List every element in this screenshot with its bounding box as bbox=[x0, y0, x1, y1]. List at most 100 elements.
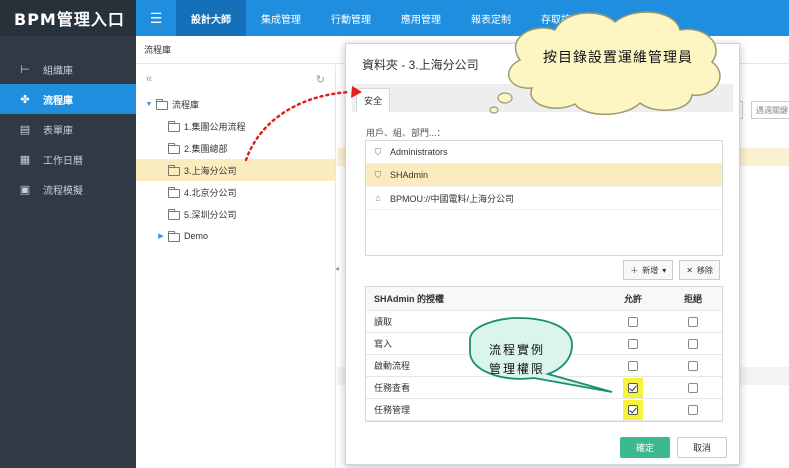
bubble-line: 管理權限 bbox=[488, 362, 545, 376]
tab-access[interactable]: 存取控制 bbox=[526, 0, 596, 36]
tab-app[interactable]: 應用管理 bbox=[386, 0, 456, 36]
tree-node-label: 3.上海分公司 bbox=[184, 165, 237, 176]
chevron-right-icon[interactable]: ▶ bbox=[156, 232, 166, 240]
list-item[interactable]: ⌂ BPMOU://中國電料/上海分公司 bbox=[366, 187, 722, 210]
add-button[interactable]: ＋ 新增 ▾ bbox=[623, 260, 674, 280]
top-nav: ☰ 設計大師 集成管理 行動管理 應用管理 報表定制 存取控制 bbox=[136, 0, 789, 36]
folder-icon bbox=[168, 186, 180, 198]
cancel-button[interactable]: 取消 bbox=[677, 437, 727, 458]
user-label: Administrators bbox=[390, 147, 448, 157]
header-name: SHAdmin 的授權 bbox=[374, 294, 445, 304]
deny-checkbox[interactable] bbox=[688, 404, 698, 415]
remove-label: 移除 bbox=[697, 265, 713, 275]
close-icon: ✕ bbox=[686, 265, 693, 275]
sidebar-item-simulate[interactable]: ▣ 流程模擬 bbox=[0, 174, 136, 204]
deny-checkbox[interactable] bbox=[688, 360, 698, 371]
users-label: 用戶、組、部門...： bbox=[366, 128, 446, 138]
list-item-selected[interactable]: ⛉ SHAdmin bbox=[366, 164, 722, 187]
tree-node-label: Demo bbox=[184, 231, 209, 241]
highlight-mark bbox=[623, 377, 643, 398]
highlight-mark bbox=[623, 399, 643, 420]
header-deny: 拒絕 bbox=[683, 294, 702, 304]
sidebar-item-calendar[interactable]: ▦ 工作日曆 bbox=[0, 144, 136, 174]
user-list: ⛉ Administrators ⛉ SHAdmin ⌂ BPMOU://中國電… bbox=[365, 140, 723, 256]
user-label: SHAdmin bbox=[390, 170, 429, 180]
form-icon: ▤ bbox=[19, 123, 31, 136]
folder-dialog: 資料夾 - 3.上海分公司 安全 用戶、組、部門...： ⛉ Administr… bbox=[345, 43, 740, 465]
table-row: 讀取 bbox=[366, 311, 722, 333]
collapse-icon[interactable]: « bbox=[146, 73, 152, 85]
list-item[interactable]: ⛉ Administrators bbox=[366, 141, 722, 164]
org-icon: ⊢ bbox=[20, 63, 30, 76]
tree-node[interactable]: 2.集團總部 bbox=[136, 137, 335, 159]
tree-node[interactable]: 4.北京分公司 bbox=[136, 181, 335, 203]
simulate-icon: ▣ bbox=[19, 183, 31, 196]
sidebar-item-label: 流程庫 bbox=[43, 95, 73, 107]
folder-icon bbox=[168, 142, 180, 154]
add-label: 新增 bbox=[642, 265, 659, 275]
caret-down-icon: ▾ bbox=[662, 265, 667, 275]
table-row: 任務管理 bbox=[366, 399, 722, 421]
deny-checkbox[interactable] bbox=[688, 338, 698, 349]
sidebar-item-org[interactable]: ⊢ 組織庫 bbox=[0, 54, 136, 84]
chevron-down-icon[interactable]: ▼ bbox=[144, 101, 154, 108]
shield-icon: ⛉ bbox=[374, 169, 382, 180]
tree-node-label: 2.集團總部 bbox=[184, 143, 228, 154]
sidebar-item-label: 表單庫 bbox=[43, 125, 73, 137]
tab-designer[interactable]: 設計大師 bbox=[176, 0, 246, 36]
dialog-tabs: 安全 bbox=[352, 84, 733, 112]
folder-open-icon bbox=[156, 98, 168, 110]
search-input[interactable]: 遇週關鍵 bbox=[751, 101, 789, 119]
allow-checkbox[interactable] bbox=[628, 360, 638, 371]
home-icon: ⌂ bbox=[375, 193, 381, 203]
table-header: SHAdmin 的授權 允許 拒絕 bbox=[366, 287, 722, 311]
shield-icon: ⛉ bbox=[374, 146, 382, 157]
plus-icon: ＋ bbox=[630, 265, 639, 275]
sidebar: BPM管理入口 ⊢ 組織庫 ✤ 流程庫 ▤ 表單庫 ▦ 工作日曆 ▣ 流程模擬 bbox=[0, 0, 136, 468]
user-actions: ＋ 新增 ▾ ✕ 移除 bbox=[623, 260, 720, 280]
sidebar-item-label: 工作日曆 bbox=[43, 155, 83, 167]
refresh-icon[interactable]: ↻ bbox=[316, 73, 325, 86]
flow-icon: ✤ bbox=[20, 93, 30, 106]
sidebar-item-label: 組織庫 bbox=[43, 65, 73, 77]
folder-icon bbox=[168, 208, 180, 220]
ok-button[interactable]: 確定 bbox=[620, 437, 670, 458]
allow-checkbox[interactable] bbox=[628, 338, 638, 349]
deny-checkbox[interactable] bbox=[688, 382, 698, 393]
sidebar-item-flow[interactable]: ✤ 流程庫 bbox=[0, 84, 136, 114]
bubble-line: 流程實例 bbox=[488, 343, 545, 357]
tab-security[interactable]: 安全 bbox=[356, 88, 391, 112]
tree-node-label: 5.深圳分公司 bbox=[184, 209, 237, 220]
deny-checkbox[interactable] bbox=[688, 316, 698, 327]
tree-toolbar: « ↻ bbox=[136, 65, 335, 93]
tree-node-label: 1.集團公用流程 bbox=[184, 121, 246, 132]
tab-report[interactable]: 報表定制 bbox=[456, 0, 526, 36]
tree-node[interactable]: 1.集團公用流程 bbox=[136, 115, 335, 137]
tree-node-selected[interactable]: 3.上海分公司 bbox=[136, 159, 335, 181]
menu-icon[interactable]: ☰ bbox=[136, 0, 176, 36]
tab-integration[interactable]: 集成管理 bbox=[246, 0, 316, 36]
tab-mobile[interactable]: 行動管理 bbox=[316, 0, 386, 36]
bubble-callout-text: 流程實例 管理權限 bbox=[462, 341, 572, 379]
app-brand: BPM管理入口 bbox=[0, 0, 136, 36]
allow-checkbox-checked[interactable] bbox=[628, 404, 638, 415]
allow-checkbox[interactable] bbox=[628, 316, 638, 327]
tree-node[interactable]: 5.深圳分公司 bbox=[136, 203, 335, 225]
header-allow: 允許 bbox=[623, 294, 642, 304]
calendar-icon: ▦ bbox=[19, 153, 31, 166]
folder-icon bbox=[168, 230, 180, 242]
table-row: 任務查看 bbox=[366, 377, 722, 399]
sidebar-item-form[interactable]: ▤ 表單庫 bbox=[0, 114, 136, 144]
tree-node[interactable]: ▶ Demo bbox=[136, 225, 335, 247]
tree-node-label: 流程庫 bbox=[172, 99, 200, 110]
sidebar-item-label: 流程模擬 bbox=[43, 185, 83, 197]
allow-checkbox-checked[interactable] bbox=[628, 382, 638, 393]
tree-node-root[interactable]: ▼ 流程庫 bbox=[136, 93, 335, 115]
perm-name: 任務管理 bbox=[374, 405, 411, 415]
tree-node-label: 4.北京分公司 bbox=[184, 187, 237, 198]
side-nav: ⊢ 組織庫 ✤ 流程庫 ▤ 表單庫 ▦ 工作日曆 ▣ 流程模擬 bbox=[0, 54, 136, 204]
perm-name: 任務查看 bbox=[374, 383, 411, 393]
user-label: BPMOU://中國電料/上海分公司 bbox=[390, 193, 515, 204]
remove-button[interactable]: ✕ 移除 bbox=[679, 260, 720, 280]
folder-tree-panel: « ↻ ▼ 流程庫 1.集團公用流程 2.集團總部 3.上海分公司 4.北京分公… bbox=[136, 65, 336, 468]
